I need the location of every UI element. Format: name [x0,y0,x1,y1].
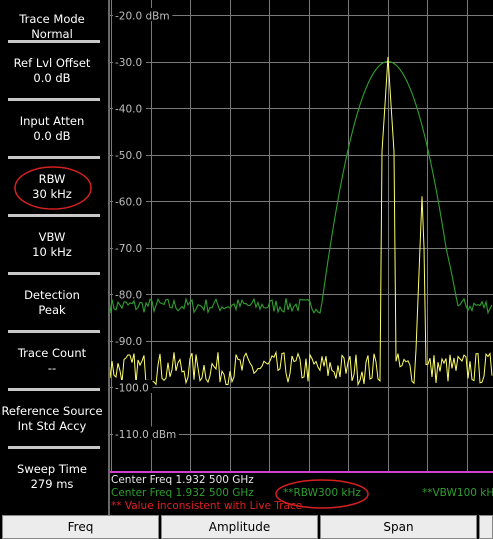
y-tick-label: -50.0 [115,150,142,162]
y-tick-label: -100.0 [115,383,149,395]
y-tick-label: -90.0 [115,336,142,348]
y-tick-label: -40.0 [115,104,142,116]
bottom-tab-bar: Freq Amplitude Span [0,515,493,539]
plot-grid [110,0,493,472]
softkey-value: 10 kHz [32,245,72,259]
tab-more[interactable] [479,515,493,539]
softkey-separator [8,446,100,449]
tab-freq[interactable]: Freq [2,515,159,539]
spectrum-plot: -20.0 dBm -30.0 -40.0 -50.0 -60.0 -70.0 -80.0 -… [110,0,493,473]
softkey-value: -- [47,361,57,375]
y-tick-label: -30.0 [115,57,142,69]
y-tick-label: -70.0 [115,243,142,255]
trace-count-softkey[interactable]: Trace Count -- [0,334,104,388]
softkey-value: 279 ms [30,477,74,491]
softkey-value: Peak [38,303,66,317]
reference-source-softkey[interactable]: Reference Source Int Std Accy [0,392,104,446]
y-tick-label: -80.0 [115,290,142,302]
softkey-separator [8,388,100,391]
softkey-separator [8,330,100,333]
y-tick-label: -20.0 dBm [115,11,170,23]
softkey-title: Sweep Time [17,462,87,476]
detection-softkey[interactable]: Detection Peak [0,276,104,330]
softkey-title: VBW [38,230,66,244]
sweep-time-softkey[interactable]: Sweep Time 279 ms [0,450,104,504]
y-tick-label: -110.0 dBm [115,429,176,441]
rbw-reference-highlight-circle [275,479,369,509]
softkey-title: Reference Source [1,404,103,418]
softkey-title: Detection [24,288,80,302]
tab-amplitude[interactable]: Amplitude [161,515,318,539]
softkey-value: Int Std Accy [17,419,87,433]
live-trace [110,56,493,387]
softkey-separator [8,272,100,275]
reference-trace [110,60,493,315]
status-panel: Center Freq 1.932 500 GHz Center Freq 1.… [111,474,493,514]
softkey-panel: Trace Mode Normal Ref Lvl Offset 0.0 dB … [0,0,108,515]
tab-span[interactable]: Span [320,515,477,539]
y-tick-label: -60.0 [115,197,142,209]
vbw-softkey[interactable]: VBW 10 kHz [0,218,104,272]
rbw-highlight-circle [14,166,92,210]
softkey-title: Trace Count [17,346,87,360]
